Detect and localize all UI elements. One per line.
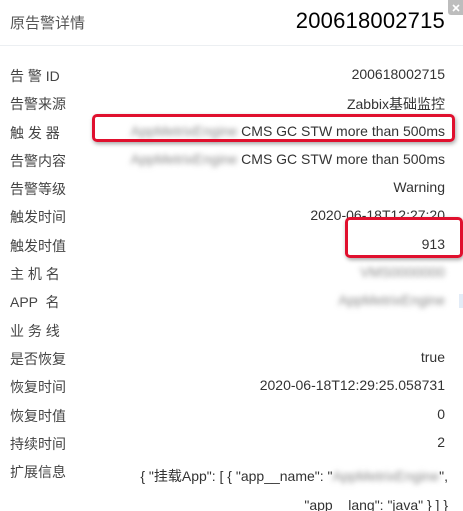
row-label: 触 发 器 <box>10 124 60 141</box>
row-label: 触发时间 <box>10 209 66 226</box>
row-business: 业 务 线 <box>0 317 463 345</box>
scrollbar-thumb[interactable] <box>459 294 463 308</box>
row-label: APP 名 <box>10 294 60 311</box>
row-value: AppMetrixEngine CMS GC STW more than 500… <box>130 150 445 167</box>
row-app: APP 名 AppMetrixEngine <box>0 288 463 316</box>
row-label: 告警等级 <box>10 181 66 198</box>
row-label: 告警内容 <box>10 152 66 169</box>
row-value: { "挂载App": [ { "app__name": "AppMetrixEn… <box>140 462 448 511</box>
row-label: 持续时间 <box>10 435 66 452</box>
row-label: 业 务 线 <box>10 322 60 339</box>
row-value: Warning <box>393 179 445 196</box>
row-label: 主 机 名 <box>10 266 60 283</box>
redacted-text: AppMetrixEngine <box>130 150 238 167</box>
row-label: 告 警 ID <box>10 68 60 84</box>
row-value: true <box>420 348 445 365</box>
row-value: 200618002715 <box>351 66 445 82</box>
row-label: 触发时值 <box>10 237 66 254</box>
redacted-text: AppMetrixEngine <box>338 292 445 309</box>
row-value: VMS0000000 <box>360 264 445 280</box>
row-label: 恢复时值 <box>10 407 66 424</box>
row-value: Zabbix基础监控 <box>346 96 445 113</box>
row-label: 是否恢复 <box>10 350 66 367</box>
row-duration: 持续时间 2 <box>0 430 463 458</box>
row-recovered: 是否恢复 true <box>0 345 463 373</box>
row-level: 告警等级 Warning <box>0 175 463 203</box>
row-host: 主 机 名 VMS0000000 <box>0 260 463 288</box>
highlight-box-trigger-value <box>345 217 463 258</box>
row-alert-id: 告 警 ID 200618002715 <box>0 62 463 90</box>
row-extend: 扩展信息 { "挂载App": [ { "app__name": "AppMet… <box>0 458 463 511</box>
row-label: 恢复时间 <box>10 379 66 396</box>
row-label: 扩展信息 <box>10 464 66 481</box>
row-value: AppMetrixEngine <box>338 292 445 308</box>
alert-id-large: 200618002715 <box>295 8 445 33</box>
close-icon <box>451 3 460 12</box>
row-label: 告警来源 <box>10 96 66 113</box>
row-value: 0 <box>437 405 445 422</box>
row-value: 2 <box>437 433 445 450</box>
highlight-box-trigger <box>92 114 455 142</box>
row-recover-time: 恢复时间 2020-06-18T12:29:25.058731 <box>0 373 463 401</box>
redacted-text: AppMetrixEngine <box>332 468 440 485</box>
close-button[interactable] <box>448 0 463 15</box>
redacted-text: VMS0000000 <box>360 264 445 281</box>
row-content: 告警内容 AppMetrixEngine CMS GC STW more tha… <box>0 147 463 175</box>
header-divider <box>0 45 463 46</box>
row-value: 2020-06-18T12:29:25.058731 <box>259 377 445 394</box>
page-title: 原告警详情 <box>10 15 86 32</box>
row-recover-value: 恢复时值 0 <box>0 402 463 430</box>
